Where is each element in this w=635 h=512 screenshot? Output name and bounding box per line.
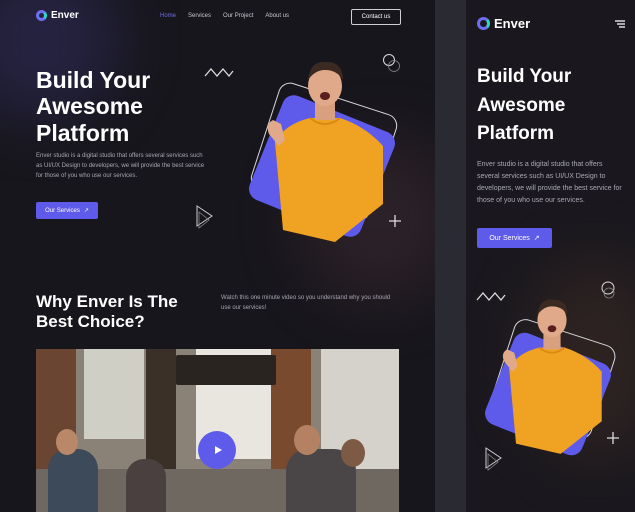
logo-icon [36, 10, 47, 21]
why-title: Why Enver Is The Best Choice? [36, 292, 178, 331]
hero-person-image [267, 61, 383, 242]
video-play-button[interactable] [198, 431, 236, 469]
nav-item-services[interactable]: Services [188, 13, 211, 19]
our-services-label: Our Services [45, 207, 80, 214]
hero-title-line: Platform [477, 123, 555, 144]
mobile-our-services-button[interactable]: Our Services ↗ [477, 228, 552, 248]
why-description: Watch this one minute video so you under… [221, 295, 391, 312]
play-icon [214, 446, 222, 454]
our-services-button[interactable]: Our Services ↗ [36, 202, 98, 219]
hero-title-line: Platform [36, 119, 130, 146]
logo[interactable]: Enver [36, 10, 79, 21]
mobile-logo[interactable]: Enver [477, 16, 530, 31]
mobile-hero-title: Build Your Awesome Platform [477, 63, 571, 149]
desktop-frame: Enver Home Services Our Project About us… [0, 0, 435, 512]
play-outline-icon [196, 205, 213, 229]
hero-title-line: Awesome [477, 94, 566, 116]
hero-description: Enver studio is a digital studio that of… [36, 153, 205, 180]
why-title-line: Why Enver Is The [36, 292, 178, 311]
arrow-up-right-icon: ↗ [83, 208, 89, 214]
logo-text: Enver [51, 10, 79, 21]
why-title-line: Best Choice? [36, 311, 145, 331]
contact-us-label: Contact us [361, 14, 391, 20]
hero-title-line: Build Your [36, 67, 151, 93]
nav-item-home[interactable]: Home [160, 13, 176, 19]
nav-item-our-project[interactable]: Our Project [223, 13, 253, 19]
hamburger-menu-icon[interactable] [615, 20, 625, 28]
hero-person-image [502, 299, 602, 454]
hero-title-line: Build Your [477, 66, 572, 87]
our-services-label: Our Services [489, 234, 530, 242]
contact-us-button[interactable]: Contact us [351, 9, 401, 25]
zigzag-icon [204, 68, 234, 78]
arrow-up-right-icon: ↗ [533, 235, 540, 242]
logo-text: Enver [494, 16, 531, 31]
hero-title-line: Awesome [36, 93, 143, 120]
hero-title: Build Your Awesome Platform [36, 67, 150, 146]
nav-item-about-us[interactable]: About us [265, 13, 289, 19]
mobile-hero-description: Enver studio is a digital studio that of… [477, 161, 622, 204]
logo-icon [477, 17, 490, 30]
mobile-frame: Enver Build Your Awesome Platform Enver … [466, 0, 635, 512]
main-nav: Home Services Our Project About us [160, 13, 289, 19]
